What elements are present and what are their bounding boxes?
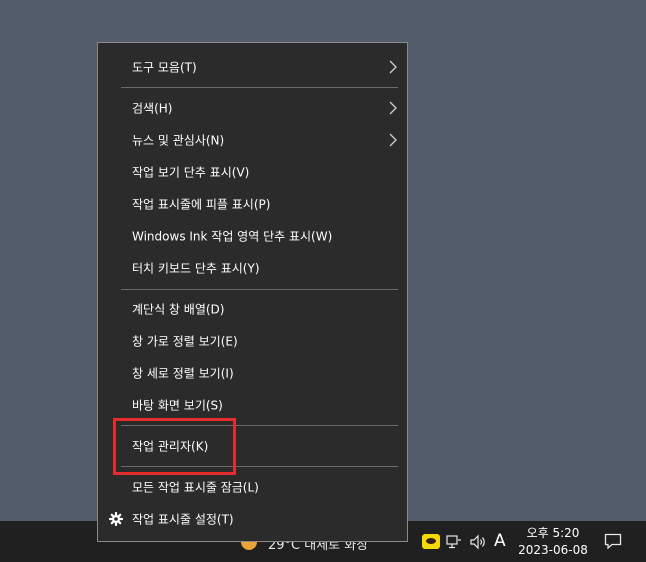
menu-item-label: 뉴스 및 관심사(N) (132, 133, 225, 148)
clock-time: 오후 5:20 (526, 526, 580, 540)
highlight-box (113, 418, 236, 475)
menu-separator (121, 87, 398, 88)
network-icon[interactable] (446, 535, 462, 549)
menu-item-lock-all-taskbars[interactable]: 모든 작업 표시줄 잠금(L) (98, 473, 407, 501)
menu-item-show-windows-stacked[interactable]: 창 가로 정렬 보기(E) (98, 327, 407, 355)
notification-icon[interactable] (604, 533, 622, 549)
menu-item-show-windows-side-by-side[interactable]: 창 세로 정렬 보기(I) (98, 359, 407, 387)
menu-item-label: 창 가로 정렬 보기(E) (132, 334, 238, 349)
menu-item-taskbar-settings[interactable]: 작업 표시줄 설정(T) (98, 505, 407, 533)
menu-item-search[interactable]: 검색(H) (98, 94, 407, 122)
menu-item-show-desktop[interactable]: 바탕 화면 보기(S) (98, 391, 407, 419)
ime-indicator[interactable]: A (494, 531, 506, 551)
taskbar-clock[interactable]: 오후 5:20 2023-06-08 (512, 525, 594, 559)
chevron-right-icon (389, 101, 397, 115)
gear-icon (109, 512, 123, 526)
menu-item-label: 바탕 화면 보기(S) (132, 398, 223, 413)
menu-item-label: 작업 보기 단추 표시(V) (132, 165, 250, 180)
menu-item-show-windows-ink-button[interactable]: Windows Ink 작업 영역 단추 표시(W) (98, 222, 407, 250)
menu-item-cascade-windows[interactable]: 계단식 창 배열(D) (98, 295, 407, 323)
menu-item-label: 작업 표시줄에 피플 표시(P) (132, 197, 271, 212)
menu-item-label: Windows Ink 작업 영역 단추 표시(W) (132, 229, 333, 244)
menu-item-news-and-interests[interactable]: 뉴스 및 관심사(N) (98, 126, 407, 154)
clock-date: 2023-06-08 (518, 543, 588, 557)
menu-item-label: 검색(H) (132, 101, 173, 116)
menu-item-show-task-view-button[interactable]: 작업 보기 단추 표시(V) (98, 158, 407, 186)
volume-icon[interactable] (469, 534, 487, 550)
menu-item-show-people[interactable]: 작업 표시줄에 피플 표시(P) (98, 190, 407, 218)
menu-item-show-touch-keyboard-button[interactable]: 터치 키보드 단추 표시(Y) (98, 254, 407, 282)
menu-item-label: 도구 모음(T) (132, 60, 197, 75)
chevron-right-icon (389, 60, 397, 74)
menu-separator (121, 289, 398, 290)
menu-item-label: 작업 표시줄 설정(T) (132, 512, 234, 527)
menu-item-label: 창 세로 정렬 보기(I) (132, 366, 234, 381)
chevron-right-icon (389, 133, 397, 147)
menu-item-label: 계단식 창 배열(D) (132, 302, 225, 317)
kakaotalk-icon[interactable] (422, 534, 440, 549)
menu-item-label: 터치 키보드 단추 표시(Y) (132, 261, 260, 276)
menu-item-toolbars[interactable]: 도구 모음(T) (98, 53, 407, 81)
menu-item-label: 모든 작업 표시줄 잠금(L) (132, 480, 259, 495)
